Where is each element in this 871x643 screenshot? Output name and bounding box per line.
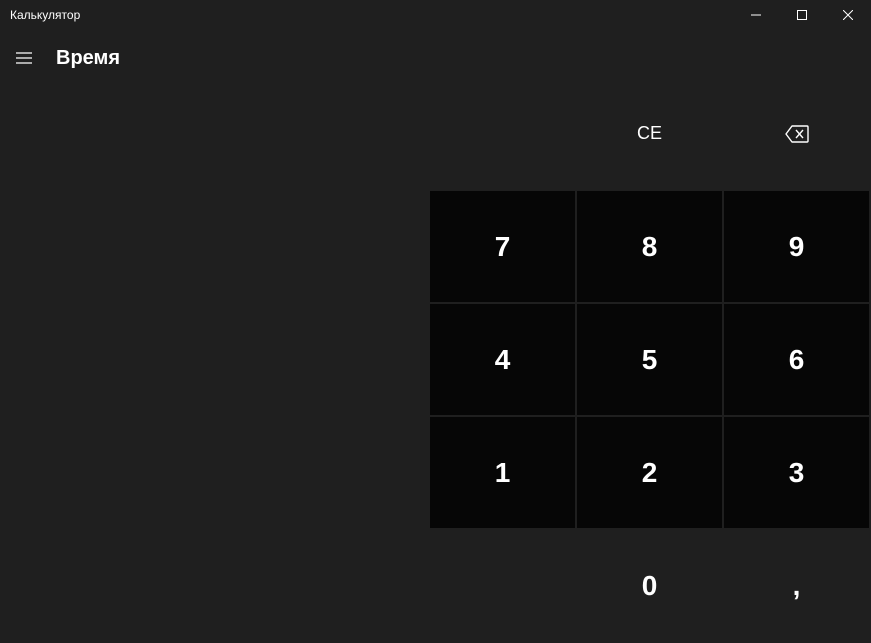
key-decimal[interactable]: , bbox=[724, 530, 869, 641]
key-9[interactable]: 9 bbox=[724, 191, 869, 302]
window-title: Калькулятор bbox=[10, 8, 80, 22]
hamburger-icon bbox=[16, 52, 32, 64]
key-empty bbox=[430, 78, 575, 189]
minimize-icon bbox=[751, 10, 761, 20]
key-0[interactable]: 0 bbox=[577, 530, 722, 641]
key-3[interactable]: 3 bbox=[724, 417, 869, 528]
key-2[interactable]: 2 bbox=[577, 417, 722, 528]
maximize-icon bbox=[797, 10, 807, 20]
key-backspace[interactable] bbox=[724, 78, 869, 189]
window-controls bbox=[733, 0, 871, 30]
key-1[interactable]: 1 bbox=[430, 417, 575, 528]
close-icon bbox=[843, 10, 853, 20]
menu-button[interactable] bbox=[4, 38, 44, 78]
key-8[interactable]: 8 bbox=[577, 191, 722, 302]
maximize-button[interactable] bbox=[779, 0, 825, 30]
key-clear-entry[interactable]: CE bbox=[577, 78, 722, 189]
titlebar: Калькулятор bbox=[0, 0, 871, 30]
key-empty bbox=[430, 530, 575, 641]
keypad: CE 7 8 9 4 5 6 1 2 3 0 , bbox=[428, 76, 871, 643]
key-6[interactable]: 6 bbox=[724, 304, 869, 415]
key-5[interactable]: 5 bbox=[577, 304, 722, 415]
key-4[interactable]: 4 bbox=[430, 304, 575, 415]
close-button[interactable] bbox=[825, 0, 871, 30]
backspace-icon bbox=[785, 125, 809, 143]
minimize-button[interactable] bbox=[733, 0, 779, 30]
key-7[interactable]: 7 bbox=[430, 191, 575, 302]
mode-title: Время bbox=[56, 47, 120, 70]
